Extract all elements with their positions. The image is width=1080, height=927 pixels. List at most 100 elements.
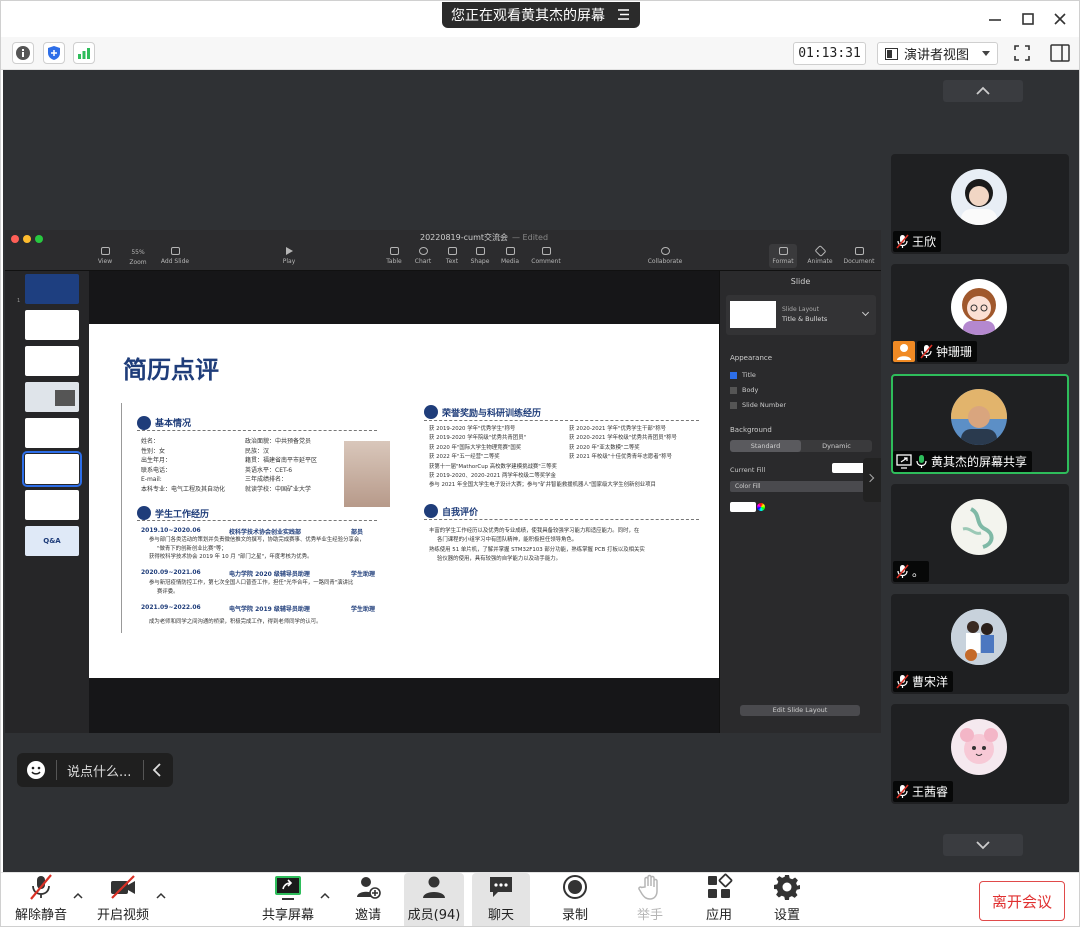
participant-tile-6[interactable]: 王茜睿 <box>891 704 1069 804</box>
panel-collapse-handle[interactable] <box>863 458 881 502</box>
mic-muted-icon <box>30 874 52 900</box>
participant-tile-3-active[interactable]: 黄其杰的屏幕共享 <box>891 374 1069 474</box>
layout-icon <box>885 48 898 60</box>
section-self-eval: 自我评价 <box>442 508 479 518</box>
kn-tool-text: Text <box>437 247 467 265</box>
section-basic-info: 基本情况 <box>155 419 192 429</box>
participant-name-tag: 王茜睿 <box>893 781 954 802</box>
honors-icon <box>424 405 438 419</box>
apps-button[interactable]: 应用 <box>697 873 741 926</box>
participant-name-tag: 王欣 <box>893 231 942 252</box>
color-fill-select[interactable]: Color Fill <box>730 481 872 492</box>
chevron-right-icon <box>865 473 875 483</box>
slide-thumb-7 <box>25 490 79 520</box>
shared-screen-content[interactable]: 20220819-cumt交流会 — Edited View 55% Zoom Ad… <box>5 230 881 733</box>
settings-button[interactable]: 设置 <box>765 873 809 926</box>
share-notice-text: 您正在观看黄其杰的屏幕 <box>451 8 605 24</box>
honors-right-list: 获 2020-2021 学年"优秀学生干部"称号获 2020-2021 学年校级… <box>569 426 677 461</box>
chevron-down-icon <box>982 51 990 56</box>
mic-muted-icon <box>896 234 909 249</box>
slide-canvas: 简历点评 基本情况 姓名： 性别：女 出生年月： 联系电话： E-mail: 本科专业：电… <box>89 271 719 733</box>
record-button[interactable]: 录制 <box>553 873 597 926</box>
title-bar: 您正在观看黄其杰的屏幕 <box>1 1 1079 37</box>
self-eval-text: 丰富的学生工作经历以及优秀的专业成绩，使我具备较强学习能力和适应能力。同时，在 … <box>429 528 645 563</box>
slide-thumb-5 <box>25 418 79 448</box>
avatar <box>951 719 1007 775</box>
minimize-icon[interactable] <box>986 10 1004 28</box>
share-notice-pill[interactable]: 您正在观看黄其杰的屏幕 <box>442 2 640 28</box>
emoji-icon[interactable] <box>26 760 46 780</box>
mic-on-icon <box>916 455 927 468</box>
fill-color-swatch[interactable] <box>730 502 756 512</box>
kn-tool-table: Table <box>379 247 409 265</box>
chevron-down-icon <box>861 308 870 317</box>
share-screen-button[interactable]: 共享屏幕 <box>259 873 317 926</box>
color-wheel-icon[interactable] <box>757 503 765 511</box>
participant-name-tag: 。 <box>893 561 930 582</box>
keynote-zoom-icon <box>35 235 43 243</box>
participant-tile-5[interactable]: 曹宋洋 <box>891 594 1069 694</box>
keynote-minimize-icon <box>23 235 31 243</box>
chevron-up-icon[interactable] <box>320 891 330 901</box>
participant-tile-4[interactable]: 。 <box>891 484 1069 584</box>
chevron-up-icon <box>976 86 990 95</box>
kn-tool-view: View <box>90 247 120 265</box>
format-inspector: Slide Slide Layout Title & Bullets Appea… <box>719 271 881 733</box>
apps-icon <box>708 873 733 898</box>
meeting-window: 您正在观看黄其杰的屏幕 01:13:31 演讲者视图 20220819-cumt… <box>0 0 1080 927</box>
slide-thumb-3 <box>25 346 79 376</box>
avatar <box>951 279 1007 335</box>
chevron-up-icon[interactable] <box>73 891 83 901</box>
leave-meeting-button[interactable]: 离开会议 <box>979 881 1065 921</box>
shared-screen-area: 20220819-cumt交流会 — Edited View 55% Zoom Ad… <box>3 70 881 872</box>
fullscreen-icon[interactable] <box>1011 42 1033 64</box>
participant-gallery: 王欣 钟珊珊 黄其杰的屏幕共享 。 曹宋洋 王茜睿 <box>881 70 1079 872</box>
chat-placeholder: 说点什么... <box>67 764 132 780</box>
shield-icon[interactable] <box>43 42 65 64</box>
record-icon <box>563 875 587 899</box>
info-icon[interactable] <box>12 42 34 64</box>
sidebar-toggle-icon[interactable] <box>1049 42 1071 64</box>
chat-quick-input[interactable]: 说点什么... <box>17 753 173 787</box>
participant-tile-1[interactable]: 王欣 <box>891 154 1069 254</box>
raise-hand-button[interactable]: 举手 <box>628 873 672 926</box>
participant-tile-2[interactable]: 钟珊珊 <box>891 264 1069 364</box>
kn-tool-animate: Animate <box>805 244 835 265</box>
avatar <box>951 609 1007 665</box>
meeting-controls: 解除静音 开启视频 共享屏幕 邀请 成员(94) 聊天 录制 举手 应用 设置 … <box>1 872 1079 926</box>
meeting-timer: 01:13:31 <box>793 42 866 65</box>
kn-tool-chart: Chart <box>408 247 438 265</box>
add-user-icon <box>357 877 381 899</box>
members-icon <box>423 876 445 898</box>
slide-thumb-4 <box>25 382 79 412</box>
maximize-icon[interactable] <box>1019 10 1037 28</box>
work-item-3: 2021.09~2022.06 电气学院 2019 级辅导员助理 学生助理 <box>141 604 376 613</box>
background-segment[interactable]: Standard Dynamic <box>730 440 872 452</box>
slide-layout-picker[interactable]: Slide Layout Title & Bullets <box>726 295 876 335</box>
participant-name-tag: 黄其杰的屏幕共享 <box>893 451 1033 472</box>
menu-icon[interactable] <box>617 8 630 21</box>
mic-muted-icon <box>920 344 933 359</box>
mic-muted-icon <box>896 674 909 689</box>
gallery-up-button[interactable] <box>943 80 1023 102</box>
members-button[interactable]: 成员(94) <box>404 873 464 926</box>
keynote-close-icon <box>11 235 19 243</box>
basic-left-list: 姓名： 性别：女 出生年月： 联系电话： E-mail: 本科专业：电气工程及其自动化 <box>141 438 226 493</box>
close-icon[interactable] <box>1051 10 1069 28</box>
edit-slide-layout-button[interactable]: Edit Slide Layout <box>740 705 860 716</box>
gallery-down-button[interactable] <box>943 834 1023 856</box>
start-video-button[interactable]: 开启视频 <box>93 873 153 926</box>
chat-button[interactable]: 聊天 <box>472 873 530 926</box>
keynote-doc-title: 20220819-cumt交流会 — Edited <box>420 233 549 242</box>
gear-icon <box>774 875 800 900</box>
slide-thumb-6-selected <box>22 451 82 487</box>
participant-name-tag: 钟珊珊 <box>917 341 978 362</box>
meeting-info-bar: 01:13:31 演讲者视图 <box>1 37 1079 70</box>
signal-icon[interactable] <box>73 42 95 64</box>
invite-button[interactable]: 邀请 <box>346 873 390 926</box>
view-mode-select[interactable]: 演讲者视图 <box>877 42 998 65</box>
chevron-up-icon[interactable] <box>156 891 166 901</box>
current-slide: 简历点评 基本情况 姓名： 性别：女 出生年月： 联系电话： E-mail: 本科专业：电… <box>89 324 719 678</box>
chevron-left-icon[interactable] <box>152 763 162 777</box>
unmute-button[interactable]: 解除静音 <box>11 873 71 926</box>
